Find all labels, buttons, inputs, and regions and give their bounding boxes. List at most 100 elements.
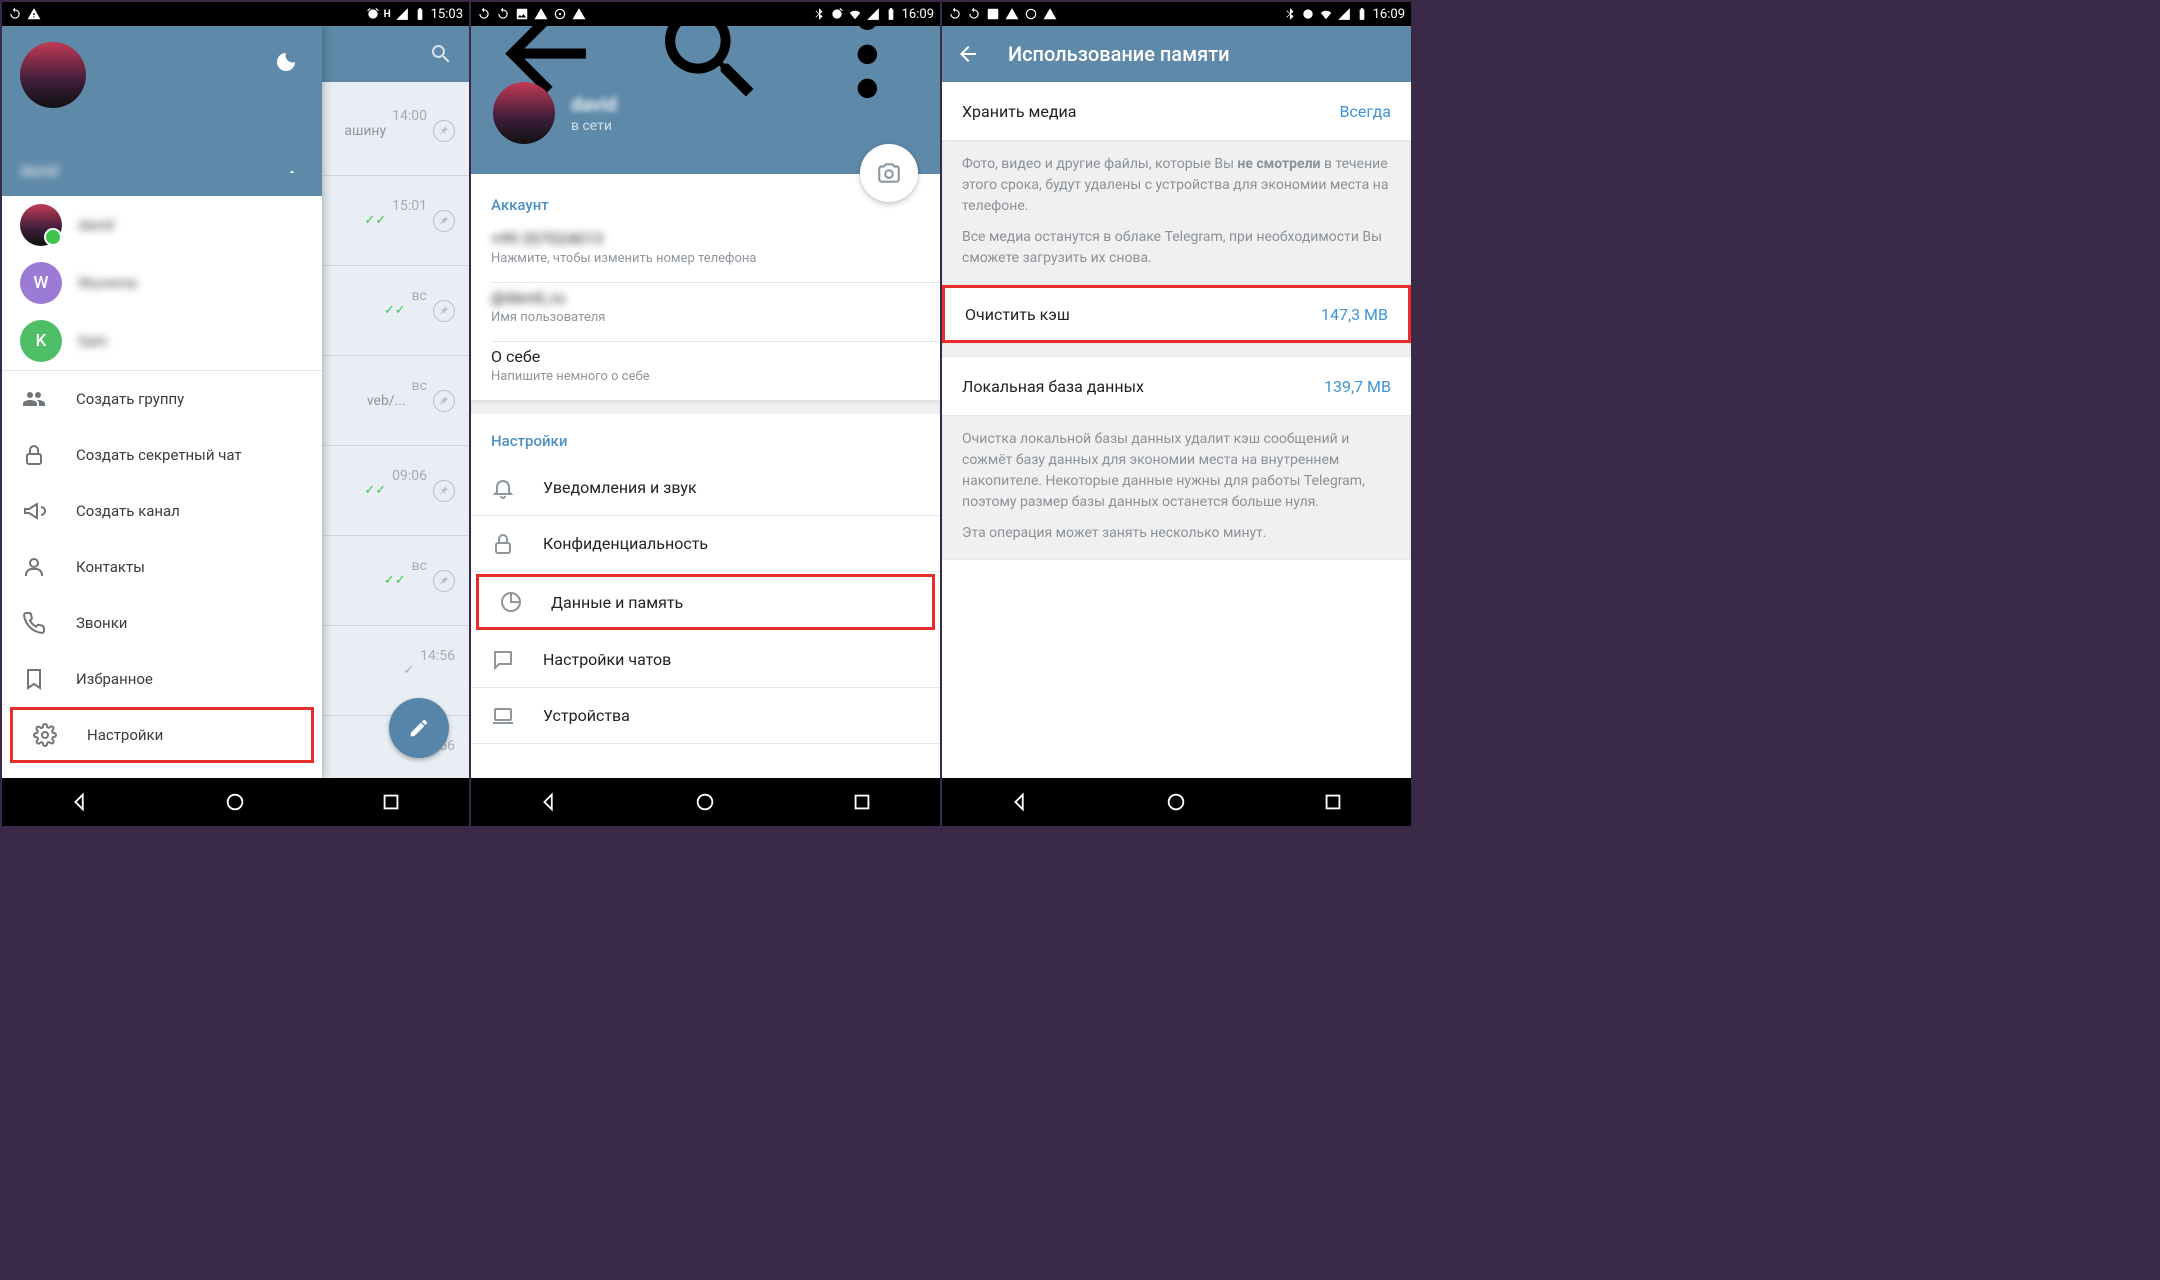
account-row-1[interactable]: W Wurwme [2, 254, 322, 312]
clear-cache-row[interactable]: Очистить кэш 147,3 MB [942, 285, 1411, 343]
keep-media-description: Фото, видео и другие файлы, которые Вы н… [942, 140, 1411, 285]
keep-media-label: Хранить медиа [962, 102, 1076, 121]
sync-icon [477, 7, 491, 21]
warning-icon [1043, 7, 1057, 21]
nav-back-icon[interactable] [1009, 791, 1031, 813]
section-divider [942, 343, 1411, 357]
camera-fab[interactable] [860, 144, 918, 202]
bell-icon [491, 476, 515, 500]
clear-cache-label: Очистить кэш [965, 305, 1070, 324]
drawer-item-calls[interactable]: Звонки [2, 595, 322, 651]
settings-row-privacy[interactable]: Конфиденциальность [471, 516, 940, 572]
search-icon[interactable] [429, 42, 453, 66]
drawer-item-new-channel[interactable]: Создать канал [2, 483, 322, 539]
account-phone: +99 207024013 [491, 229, 920, 248]
warning-icon [572, 7, 586, 21]
battery-icon [1355, 7, 1369, 21]
night-mode-icon[interactable] [274, 50, 298, 80]
bluetooth-icon [1283, 7, 1297, 21]
nav-recent-icon[interactable] [1322, 791, 1344, 813]
profile-avatar[interactable] [493, 82, 555, 144]
alarm-icon [1301, 7, 1315, 21]
wifi-icon [1319, 7, 1333, 21]
chat-icon [491, 648, 515, 672]
group-icon [22, 387, 46, 411]
battery-icon [884, 7, 898, 21]
account-avatar-2: K [20, 320, 62, 362]
settings-row-label: Данные и память [551, 593, 683, 612]
keep-media-row[interactable]: Хранить медиа Всегда [942, 82, 1411, 140]
sync-icon [948, 7, 962, 21]
signal-icon [1337, 7, 1351, 21]
page-title: Использование памяти [1008, 42, 1230, 66]
location-icon [1024, 7, 1038, 21]
search-icon[interactable] [650, 26, 771, 115]
settings-row-devices[interactable]: Устройства [471, 688, 940, 744]
settings-row-label: Устройства [543, 706, 630, 725]
drawer-item-label: Избранное [76, 670, 153, 688]
user-avatar[interactable] [20, 42, 86, 108]
location-icon [553, 7, 567, 21]
nav-recent-icon[interactable] [851, 791, 873, 813]
account-row-2[interactable]: K Sain [2, 312, 322, 370]
bookmark-icon [22, 667, 46, 691]
profile-username: david [571, 93, 617, 116]
lock-icon [491, 532, 515, 556]
pin-icon [433, 390, 455, 412]
warning-icon [1005, 7, 1019, 21]
account-phone-hint: Нажмите, чтобы изменить номер телефона [491, 251, 920, 266]
account-bio-row[interactable]: О себе Напишите немного о себе [471, 342, 940, 400]
account-avatar-0 [20, 204, 62, 246]
check-icon: ✓✓ [364, 213, 386, 228]
drawer-item-label: Создать канал [76, 502, 180, 520]
nav-home-icon[interactable] [694, 791, 716, 813]
drawer-item-contacts[interactable]: Контакты [2, 539, 322, 595]
nav-recent-icon[interactable] [380, 791, 402, 813]
statusbar-1: H 15:03 [2, 2, 469, 26]
settings-row-data-storage[interactable]: Данные и память [476, 574, 935, 630]
back-icon[interactable] [956, 42, 980, 66]
account-name-1: Wurwme [78, 274, 137, 292]
warning-icon [534, 7, 548, 21]
statusbar-3: 16:09 [942, 2, 1411, 26]
settings-row-label: Настройки чатов [543, 650, 671, 669]
android-navbar [471, 778, 940, 826]
drawer-header: david [2, 26, 322, 196]
nav-home-icon[interactable] [224, 791, 246, 813]
bluetooth-icon [812, 7, 826, 21]
local-db-row[interactable]: Локальная база данных 139,7 MB [942, 357, 1411, 415]
drawer-username: david [20, 161, 58, 180]
alarm-icon [366, 7, 380, 21]
gear-icon [33, 723, 57, 747]
signal-icon [395, 7, 409, 21]
settings-row-notifications[interactable]: Уведомления и звук [471, 460, 940, 516]
more-icon[interactable] [809, 26, 926, 112]
pin-icon [433, 210, 455, 232]
drawer-item-label: Контакты [76, 558, 145, 576]
nav-back-icon[interactable] [69, 791, 91, 813]
drawer-item-settings[interactable]: Настройки [10, 707, 314, 763]
account-row-0[interactable]: david [2, 196, 322, 254]
sync-icon [967, 7, 981, 21]
phone-2: 16:09 david в сети Аккаунт [471, 0, 942, 828]
check-icon: ✓✓ [384, 303, 406, 318]
account-username-row[interactable]: @david_ru Имя пользователя [471, 283, 940, 341]
drawer-item-new-group[interactable]: Создать группу [2, 371, 322, 427]
drawer-item-saved[interactable]: Избранное [2, 651, 322, 707]
settings-row-chat[interactable]: Настройки чатов [471, 632, 940, 688]
account-bio-label: О себе [491, 347, 920, 366]
account-phone-row[interactable]: +99 207024013 Нажмите, чтобы изменить но… [471, 224, 940, 282]
account-name-2: Sain [78, 332, 107, 350]
drawer-item-secret-chat[interactable]: Создать секретный чат [2, 427, 322, 483]
profile-status: в сети [571, 118, 617, 134]
image-icon [515, 7, 529, 21]
compose-fab[interactable] [389, 698, 449, 758]
drawer-item-label: Звонки [76, 614, 127, 632]
expand-accounts-icon[interactable] [286, 166, 298, 178]
keep-media-value: Всегда [1340, 102, 1391, 121]
section-settings-header: Настройки [471, 414, 940, 460]
nav-home-icon[interactable] [1165, 791, 1187, 813]
person-icon [22, 555, 46, 579]
nav-back-icon[interactable] [538, 791, 560, 813]
settings-row-label: Уведомления и звук [543, 478, 697, 497]
